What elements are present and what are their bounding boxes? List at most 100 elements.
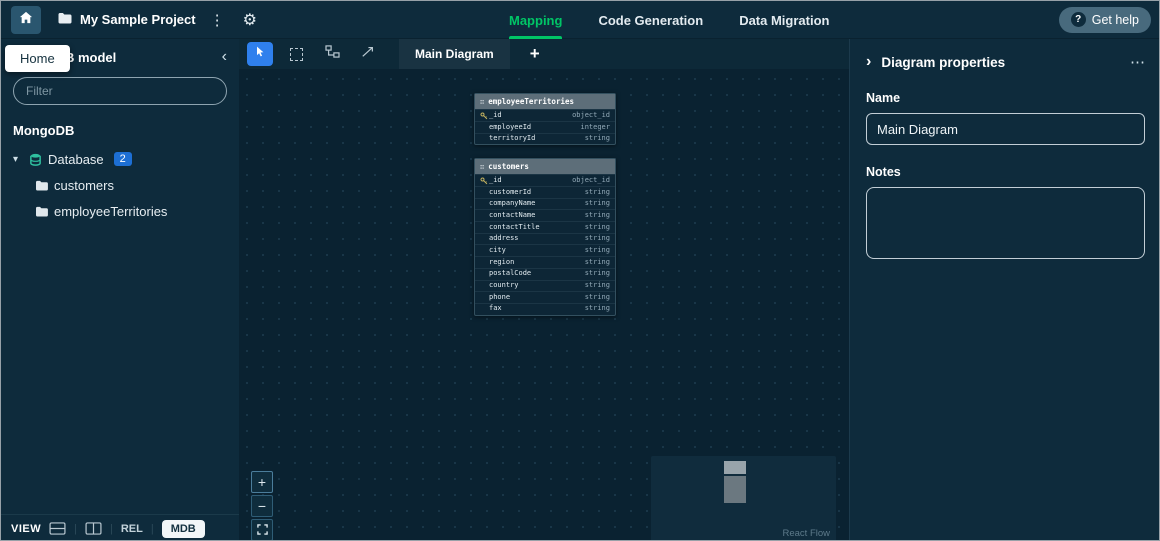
notes-label: Notes xyxy=(866,165,901,179)
get-help-button[interactable]: ? Get help xyxy=(1058,6,1151,33)
drag-handle-icon: ∷ xyxy=(480,97,485,106)
tree-node-database[interactable]: ▾ Database 2 xyxy=(1,146,239,172)
home-button[interactable] xyxy=(11,5,41,34)
tab-mapping[interactable]: Mapping xyxy=(509,1,563,39)
minimap-entity-header xyxy=(724,461,746,474)
field-name: region xyxy=(489,257,515,266)
zoom-in-button[interactable]: + xyxy=(251,471,273,493)
entity-field[interactable]: _id object_id xyxy=(475,109,615,121)
entity-header[interactable]: ∷ customers xyxy=(475,159,615,174)
field-type: integer xyxy=(580,122,610,131)
sidebar-item-customers[interactable]: customers xyxy=(1,172,239,198)
entity-field[interactable]: contactTitle string xyxy=(475,221,615,233)
fit-view-icon xyxy=(256,522,268,538)
entity-field[interactable]: contactName string xyxy=(475,209,615,221)
split-horizontal-view-icon[interactable] xyxy=(49,522,66,535)
view-mdb-button[interactable]: MDB xyxy=(161,519,205,538)
canvas-toolbar: Main Diagram + xyxy=(239,39,849,69)
tree-item-label: customers xyxy=(54,177,114,193)
diagram-tab-main[interactable]: Main Diagram xyxy=(399,39,510,69)
hierarchy-tool-button[interactable] xyxy=(319,42,345,66)
entity-title: employeeTerritories xyxy=(488,97,575,106)
entity-field[interactable]: customerId string xyxy=(475,186,615,198)
diagram-notes-textarea[interactable] xyxy=(866,187,1145,259)
entity-field[interactable]: phone string xyxy=(475,291,615,303)
collapse-panel-icon[interactable]: ‹ xyxy=(222,49,227,65)
filter-input[interactable] xyxy=(13,77,227,105)
home-tooltip: Home xyxy=(5,45,70,72)
main-tabs: Mapping Code Generation Data Migration xyxy=(509,1,829,39)
entity-field[interactable]: country string xyxy=(475,279,615,292)
entity-field[interactable]: address string xyxy=(475,232,615,245)
relationship-arrow-icon xyxy=(361,45,375,63)
fit-view-button[interactable] xyxy=(251,519,273,540)
field-type: string xyxy=(584,281,610,289)
entity-field[interactable]: region string xyxy=(475,256,615,268)
entity-field[interactable]: territoryId string xyxy=(475,132,615,145)
field-name: _id xyxy=(489,175,502,184)
entity-field[interactable]: _id object_id xyxy=(475,174,615,186)
project-breadcrumb[interactable]: My Sample Project xyxy=(57,11,196,29)
folder-icon xyxy=(35,206,48,217)
database-icon xyxy=(29,153,42,166)
entity-title: customers xyxy=(488,162,529,171)
field-type: string xyxy=(584,199,610,208)
diagram-properties-panel: › Diagram properties ⋯ Name Notes xyxy=(849,39,1159,540)
zoom-controls: + − xyxy=(251,471,273,540)
minimap-entity-body xyxy=(724,476,746,503)
entity-field[interactable]: employeeId integer xyxy=(475,121,615,133)
drag-handle-icon: ∷ xyxy=(480,162,485,171)
properties-menu-icon[interactable]: ⋯ xyxy=(1130,53,1145,71)
relationship-tool-button[interactable] xyxy=(355,42,381,66)
kebab-menu-icon[interactable]: ⋮ xyxy=(206,11,229,29)
field-name: city xyxy=(489,245,506,254)
field-type: string xyxy=(584,245,610,254)
field-name: customerId xyxy=(489,187,532,196)
diagram-canvas[interactable]: Main Diagram + ∷ employeeTerritories _id ob… xyxy=(239,39,849,540)
get-help-label: Get help xyxy=(1091,12,1139,27)
view-rel-button[interactable]: REL xyxy=(121,523,143,535)
app-window: My Sample Project ⋮ ⚙ Mapping Code Gener… xyxy=(0,0,1160,541)
entity-field[interactable]: postalCode string xyxy=(475,267,615,280)
tab-code-generation[interactable]: Code Generation xyxy=(598,1,703,39)
hierarchy-icon xyxy=(324,45,340,63)
tab-data-migration[interactable]: Data Migration xyxy=(739,1,829,39)
diagram-name-input[interactable] xyxy=(866,113,1145,145)
field-type: string xyxy=(584,304,610,313)
settings-gear-icon[interactable]: ⚙ xyxy=(239,10,261,30)
field-type: string xyxy=(584,210,610,219)
tree-node-label: Database xyxy=(48,151,104,167)
zoom-out-button[interactable]: − xyxy=(251,495,273,517)
collapse-properties-icon[interactable]: › xyxy=(866,54,871,70)
field-type: string xyxy=(584,187,610,196)
field-name: postalCode xyxy=(489,269,532,278)
field-type: object_id xyxy=(572,110,610,119)
tree-children: customers employeeTerritories xyxy=(1,172,239,224)
caret-down-icon[interactable]: ▾ xyxy=(13,154,23,165)
sidebar-item-employeeTerritories[interactable]: employeeTerritories xyxy=(1,198,239,224)
split-vertical-view-icon[interactable] xyxy=(85,522,102,535)
collection-count-badge: 2 xyxy=(113,152,132,166)
entity-field[interactable]: companyName string xyxy=(475,197,615,210)
field-name: phone xyxy=(489,292,511,301)
add-diagram-button[interactable]: + xyxy=(520,44,550,64)
entity-employeeTerritories[interactable]: ∷ employeeTerritories _id object_id employee… xyxy=(474,93,616,146)
minimap[interactable]: React Flow xyxy=(651,456,836,540)
view-label: VIEW xyxy=(11,522,42,535)
entity-header[interactable]: ∷ employeeTerritories xyxy=(475,94,615,109)
field-type: string xyxy=(584,234,610,243)
field-name: contactTitle xyxy=(489,222,540,231)
lasso-select-tool-button[interactable] xyxy=(283,42,309,66)
select-tool-button[interactable] xyxy=(247,42,273,66)
react-flow-attribution: React Flow xyxy=(782,528,830,539)
pointer-icon xyxy=(254,45,266,63)
entity-field[interactable]: city string xyxy=(475,244,615,256)
field-name: address xyxy=(489,234,519,243)
field-name: _id xyxy=(489,110,502,119)
entity-field[interactable]: fax string xyxy=(475,302,615,315)
entity-customers[interactable]: ∷ customers _id object_id customerId string co… xyxy=(474,158,616,316)
field-type: string xyxy=(584,257,610,266)
field-name: country xyxy=(489,281,519,289)
field-name: contactName xyxy=(489,210,536,219)
primary-key-icon xyxy=(480,176,489,185)
